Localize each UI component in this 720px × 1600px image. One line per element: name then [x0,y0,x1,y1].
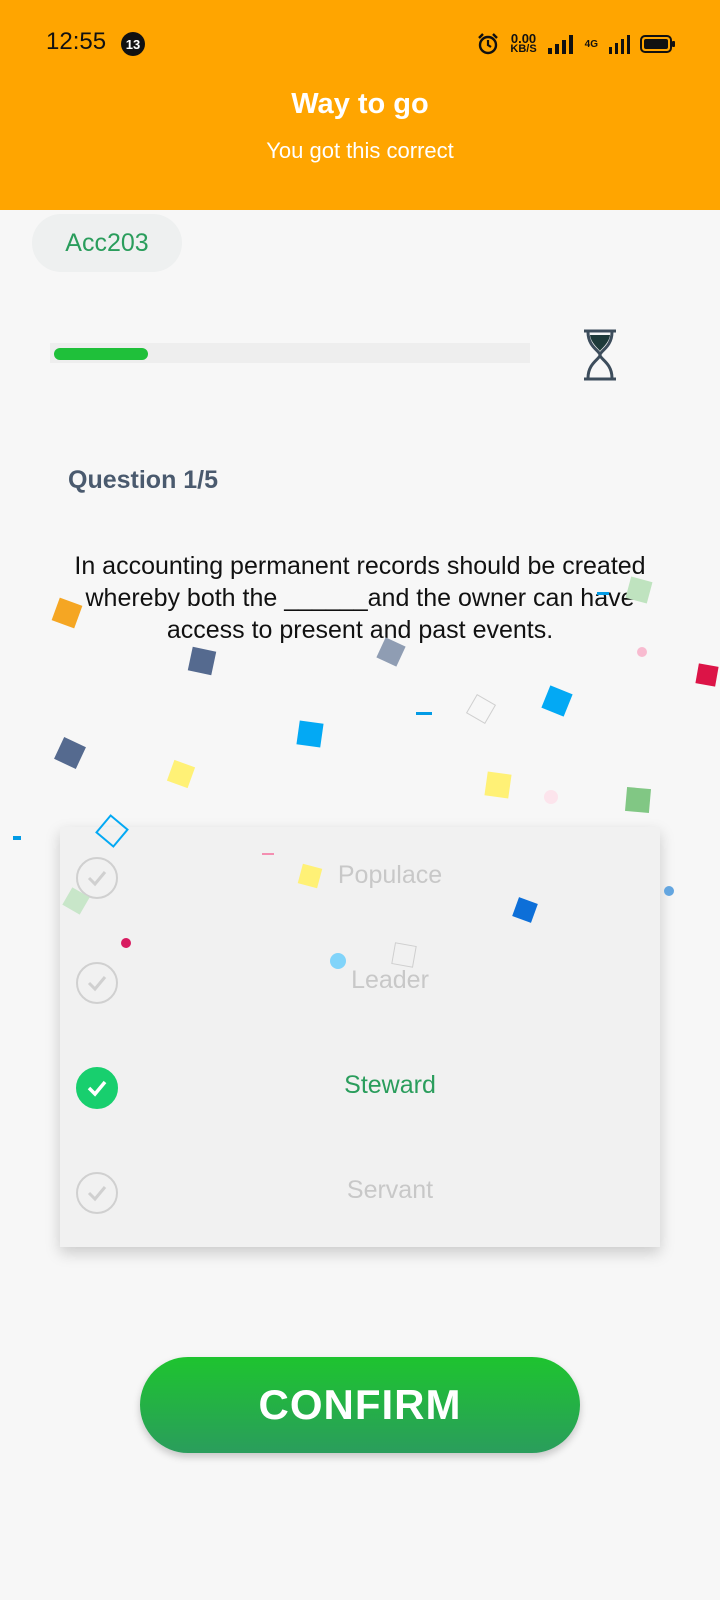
signal-icon-secondary [609,35,630,54]
network-speed: 0.00 KB/S [510,31,537,55]
check-circle-icon [76,1172,118,1214]
hourglass-icon [584,329,616,381]
answer-options: Populace Leader Steward Servant [60,827,660,1247]
confetti-piece [541,685,573,717]
option-populace[interactable]: Populace [60,827,660,932]
status-time: 12:55 [46,28,107,55]
option-label: Servant [346,1176,434,1204]
option-label: Populace [337,861,443,889]
banner-subtitle: You got this correct [266,138,454,163]
confetti-piece [624,786,652,814]
confetti-piece [121,938,131,948]
banner-title: Way to go [291,88,429,120]
confirm-button[interactable]: CONFIRM [140,1357,580,1453]
option-steward[interactable]: Steward [60,1037,660,1142]
confetti-piece [465,693,497,725]
option-leader[interactable]: Leader [60,932,660,1037]
confetti-piece [597,592,609,595]
confetti-piece [187,646,217,676]
notification-count-badge: 13 [121,32,145,56]
confetti-piece [54,737,86,769]
option-servant[interactable]: Servant [60,1142,660,1247]
option-label: Leader [351,966,429,994]
confetti-piece [416,712,432,715]
alarm-icon [478,33,499,55]
check-circle-selected-icon [76,1067,118,1109]
question-text: In accounting permanent records should b… [74,552,646,644]
confetti-piece [664,886,674,896]
progress-bar [50,343,530,363]
confetti-piece [695,663,719,687]
signal-icon [547,35,573,54]
status-icons: 0.00 KB/S 4G [476,30,676,58]
confetti-piece [544,790,558,804]
progress-fill [54,348,148,360]
check-circle-icon [76,962,118,1004]
confetti-piece [484,771,512,799]
course-chip[interactable]: Acc203 [32,214,182,272]
network-type: 4G [584,38,598,50]
question-number: Question 1/5 [68,466,219,494]
battery-icon [640,35,675,53]
confetti-piece [13,836,21,840]
confetti-piece [262,853,274,855]
confetti-piece [296,720,324,748]
confetti-piece [637,647,647,657]
option-label: Steward [344,1071,436,1099]
confetti-piece [166,759,196,789]
confetti-piece [391,942,417,968]
result-banner: Way to go You got this correct [0,88,720,210]
confetti-piece [330,953,346,969]
status-bar: 12:55 13 0.00 KB/S 4G [0,0,720,88]
